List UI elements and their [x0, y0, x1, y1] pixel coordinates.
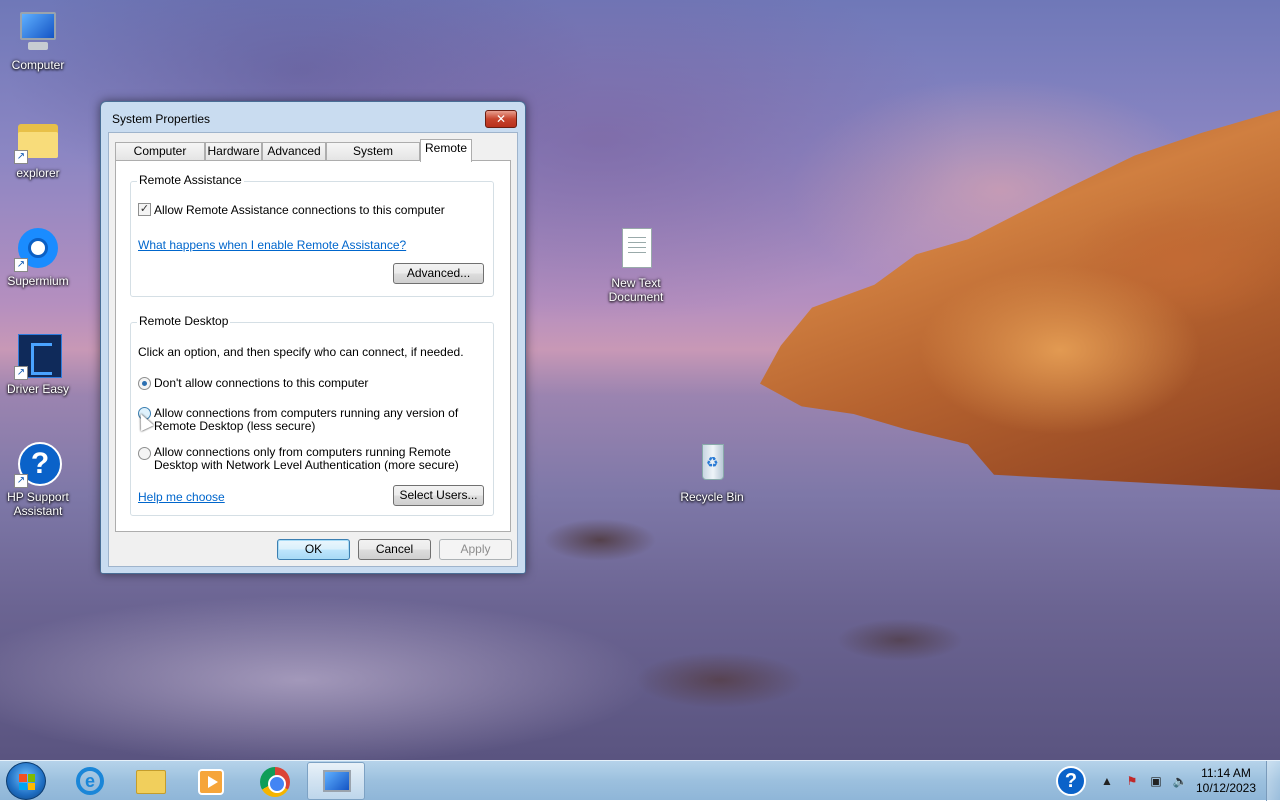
wallpaper-cliff [760, 110, 1280, 490]
clock-date: 10/12/2023 [1195, 781, 1257, 795]
desktop-icon-label: Recycle Bin [680, 490, 744, 504]
close-icon: ✕ [495, 112, 507, 126]
tab-hardware[interactable]: Hardware [205, 142, 262, 161]
remote-assistance-group: Remote Assistance ✓ Allow Remote Assista… [130, 173, 494, 297]
desktop-icon-label: Driver Easy [6, 382, 69, 396]
desktop-icon-label: New Text Document [608, 276, 664, 304]
ok-button[interactable]: OK [277, 539, 350, 560]
desktop-icon-explorer[interactable]: ↗ explorer [0, 116, 76, 180]
dialog-client-area: Computer Name Hardware Advanced System P… [108, 132, 518, 567]
internet-explorer-icon: e [76, 767, 104, 795]
desktop-icon-driver-easy[interactable]: ↗ Driver Easy [0, 332, 76, 396]
system-properties-dialog: System Properties ✕ Computer Name Hardwa… [100, 101, 526, 574]
tab-advanced[interactable]: Advanced [262, 142, 326, 161]
network-icon[interactable]: ▣ [1148, 773, 1164, 789]
radio-dont-allow-label[interactable]: Don't allow connections to this computer [154, 377, 368, 390]
tab-computer-name[interactable]: Computer Name [115, 142, 205, 175]
desktop-icon-label: HP Support Assistant [7, 490, 69, 518]
show-desktop-button[interactable] [1266, 761, 1280, 801]
remote-tab-panel: Remote Assistance ✓ Allow Remote Assista… [115, 160, 511, 532]
help-me-choose-link[interactable]: Help me choose [138, 490, 225, 504]
desktop-icon-recycle-bin[interactable]: Recycle Bin [674, 440, 750, 504]
supermium-icon: ↗ [14, 224, 62, 272]
desktop-icon-label: Computer [11, 58, 65, 72]
tab-remote[interactable]: Remote [420, 139, 472, 162]
remote-desktop-title: Remote Desktop [137, 314, 231, 328]
remote-desktop-instruction: Click an option, and then specify who ca… [138, 345, 464, 359]
folder-icon [136, 770, 166, 794]
radio-allow-nla-only-label-line2[interactable]: Desktop with Network Level Authenticatio… [154, 459, 459, 472]
remote-assistance-info-link[interactable]: What happens when I enable Remote Assist… [138, 238, 406, 252]
remote-desktop-group: Remote Desktop Click an option, and then… [130, 314, 494, 516]
show-hidden-icons-chevron-icon[interactable]: ▲ [1099, 773, 1115, 789]
desktop-icon-computer[interactable]: Computer [0, 8, 76, 72]
action-center-flag-icon[interactable]: ⚑ [1124, 773, 1140, 789]
advanced-button[interactable]: Advanced... [393, 263, 484, 284]
taskbar-clock[interactable]: 11:14 AM 10/12/2023 [1194, 766, 1258, 796]
close-button[interactable]: ✕ [485, 110, 517, 128]
taskbar-system-properties[interactable] [307, 762, 365, 800]
taskbar-file-explorer[interactable] [121, 762, 179, 800]
taskbar: e ? ▲ ⚑ ▣ 🔈 11:14 AM 10/12/2023 [0, 760, 1280, 801]
desktop-icon-label: Supermium [7, 274, 69, 288]
remote-assistance-checkbox[interactable]: ✓ [138, 203, 151, 216]
clock-time: 11:14 AM [1201, 766, 1251, 780]
tab-system-protection[interactable]: System Protection [326, 142, 420, 175]
computer-icon [14, 8, 62, 56]
select-users-button[interactable]: Select Users... [393, 485, 484, 506]
taskbar-internet-explorer[interactable]: e [60, 762, 118, 800]
checkmark-icon: ✓ [139, 203, 150, 215]
desktop-icon-hp-support[interactable]: ? ↗ HP Support Assistant [0, 440, 76, 518]
desktop-icon-label: explorer [16, 166, 60, 180]
apply-button[interactable]: Apply [439, 539, 512, 560]
hp-support-tray-icon[interactable]: ? [1056, 766, 1086, 796]
help-icon: ? ↗ [14, 440, 62, 488]
volume-muted-icon[interactable]: 🔈 [1172, 773, 1188, 789]
radio-allow-nla-only[interactable] [138, 447, 151, 460]
radio-dont-allow[interactable] [138, 377, 151, 390]
remote-assistance-checkbox-label[interactable]: Allow Remote Assistance connections to t… [154, 204, 445, 217]
desktop-icon-supermium[interactable]: ↗ Supermium [0, 224, 76, 288]
system-properties-icon [323, 770, 351, 792]
dialog-title: System Properties [112, 112, 211, 126]
folder-icon: ↗ [14, 116, 62, 164]
start-button[interactable] [6, 762, 46, 800]
taskbar-chrome[interactable] [245, 762, 303, 800]
recycle-bin-icon [688, 440, 736, 488]
cancel-button[interactable]: Cancel [358, 539, 431, 560]
text-file-icon [612, 226, 660, 274]
taskbar-media-player[interactable] [182, 762, 240, 800]
chrome-icon [260, 767, 290, 797]
driver-easy-icon: ↗ [14, 332, 62, 380]
windows-logo-icon [19, 774, 35, 790]
desktop-icon-new-text-document[interactable]: New Text Document [598, 226, 674, 304]
media-player-icon [198, 769, 224, 795]
radio-allow-any-version-label-line2[interactable]: Remote Desktop (less secure) [154, 420, 315, 433]
remote-assistance-title: Remote Assistance [137, 173, 244, 187]
